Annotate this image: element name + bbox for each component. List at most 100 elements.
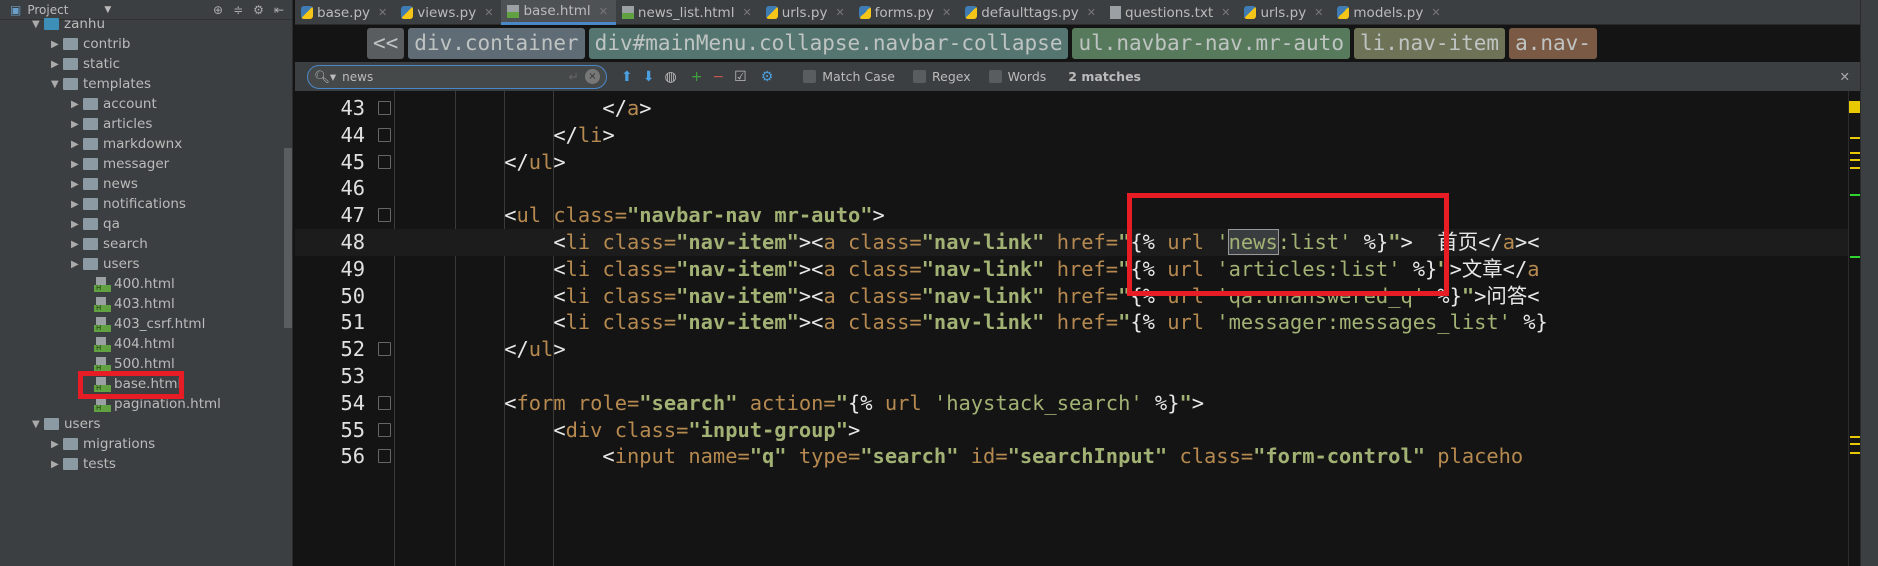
tree-item[interactable]: ▶ contrib [51,34,130,54]
search-query[interactable]: news [342,70,562,84]
tree-item[interactable]: ▶ articles [71,114,152,134]
fold-marker-icon[interactable] [378,342,391,357]
caret-right-icon[interactable]: ▶ [71,159,83,170]
caret-right-icon[interactable]: ▶ [71,239,83,250]
code-line[interactable]: 49 <li class="nav-item"><a class="nav-li… [295,256,1848,283]
tree-item[interactable]: ▶ markdownx [71,134,182,154]
tree-item[interactable]: 404.html [94,334,175,354]
close-tab-icon[interactable]: ✕ [599,5,608,18]
line-number[interactable]: 56 [295,443,365,470]
tree-item[interactable]: ▶ news [71,174,138,194]
tree-item[interactable]: ▶ tests [51,454,116,474]
tree-item[interactable]: ▶ static [51,54,120,74]
tab-views-py[interactable]: views.py ✕ [395,0,501,25]
words-checkbox[interactable]: Words [988,69,1046,84]
code-line[interactable]: 54 <form role="search" action="{% url 'h… [295,390,1848,417]
breadcrumb-item[interactable]: li.nav-item [1353,28,1506,59]
line-number[interactable]: 51 [295,309,365,336]
match-marker[interactable] [1850,167,1860,169]
gear-icon[interactable]: ⚙ [253,3,264,17]
breadcrumb-item[interactable]: div#mainMenu.collapse.navbar-collapse [588,28,1069,59]
match-marker[interactable] [1850,436,1860,438]
tree-item[interactable]: ▶ account [71,94,157,114]
caret-right-icon[interactable]: ▶ [51,439,63,450]
close-tab-icon[interactable]: ✕ [942,6,951,19]
sidebar-scrollbar[interactable] [284,148,292,328]
clear-search-icon[interactable]: × [585,69,600,84]
tab-defaulttags-py[interactable]: defaulttags.py ✕ [959,0,1104,25]
line-number[interactable]: 48 [295,229,365,256]
fold-marker-icon[interactable] [378,208,391,223]
code-line[interactable]: 53 [295,363,1848,390]
tree-item[interactable]: ▶ users [71,254,139,274]
hide-icon[interactable]: ⇤ [274,3,284,17]
close-tab-icon[interactable]: ✕ [484,6,493,19]
close-tab-icon[interactable]: ✕ [1087,6,1096,19]
code-line[interactable]: 55 <div class="input-group"> [295,417,1848,444]
tab-news_list-html[interactable]: news_list.html ✕ [616,0,760,25]
caret-right-icon[interactable]: ▶ [71,199,83,210]
tree-item[interactable]: ▼ templates [51,74,151,94]
match-marker[interactable] [1850,152,1860,154]
collapse-all-icon[interactable]: ≑ [233,3,243,17]
caret-right-icon[interactable]: ▶ [71,119,83,130]
tree-item[interactable]: ▶ search [71,234,148,254]
fold-marker-icon[interactable] [378,449,391,464]
caret-right-icon[interactable]: ▶ [71,259,83,270]
remove-occurrence-icon[interactable]: − [712,69,724,85]
tab-urls-py[interactable]: urls.py ✕ [760,0,853,25]
match-marker[interactable] [1850,443,1860,445]
caret-down-icon[interactable]: ▼ [32,419,44,430]
fold-marker-icon[interactable] [378,127,391,142]
right-tool-strip[interactable] [1860,0,1878,566]
fold-marker-icon[interactable] [378,422,391,437]
line-number[interactable]: 50 [295,283,365,310]
code-line[interactable]: 46 [295,175,1848,202]
tree-item[interactable]: ▶ notifications [71,194,186,214]
code-line[interactable]: 47 <ul class="navbar-nav mr-auto"> [295,202,1848,229]
match-marker[interactable] [1850,452,1860,454]
caret-right-icon[interactable]: ▶ [71,99,83,110]
caret-down-icon[interactable]: ▼ [51,79,63,90]
line-number[interactable]: 44 [295,122,365,149]
caret-right-icon[interactable]: ▶ [51,459,63,470]
tab-models-py[interactable]: models.py ✕ [1331,0,1448,25]
search-icon[interactable]: 🔍︎▾ [314,69,336,85]
line-number[interactable]: 46 [295,175,365,202]
caret-right-icon[interactable]: ▶ [71,219,83,230]
tree-item[interactable]: ▼ zanhu [32,14,105,34]
change-marker[interactable] [1850,256,1860,258]
line-number[interactable]: 54 [295,390,365,417]
close-tab-icon[interactable]: ✕ [1431,6,1440,19]
caret-down-icon[interactable]: ▼ [32,19,44,30]
next-occurrence-icon[interactable]: ⬇ [643,69,655,85]
code-line[interactable]: 45 </ul> [295,149,1848,176]
select-occurrences-icon[interactable]: ☑ [734,69,747,85]
fold-marker-icon[interactable] [378,154,391,169]
caret-right-icon[interactable]: ▶ [71,179,83,190]
change-marker[interactable] [1850,194,1860,196]
line-number[interactable]: 45 [295,149,365,176]
code-line[interactable]: 50 <li class="nav-item"><a class="nav-li… [295,283,1848,310]
tab-questions-txt[interactable]: questions.txt ✕ [1104,0,1238,25]
search-input[interactable]: 🔍︎▾ news ↵ × [307,64,607,89]
fold-marker-icon[interactable] [378,395,391,410]
previous-occurrence-icon[interactable]: ⬆ [621,69,633,85]
tab-base-py[interactable]: base.py ✕ [295,0,395,25]
breadcrumb-item[interactable]: ul.navbar-nav.mr-auto [1072,28,1350,59]
line-number[interactable]: 52 [295,336,365,363]
tree-item[interactable]: ▶ migrations [51,434,155,454]
code-line[interactable]: 51 <li class="nav-item"><a class="nav-li… [295,309,1848,336]
code-line[interactable]: 43 </a> [295,95,1848,122]
fold-marker-icon[interactable] [378,101,391,115]
breadcrumb-item[interactable]: a.nav- [1509,28,1597,59]
code-line[interactable]: 52 </ul> [295,336,1848,363]
find-settings-gear-icon[interactable]: ⚙ [761,69,774,85]
add-occurrence-icon[interactable]: + [691,69,703,85]
tab-forms-py[interactable]: forms.py ✕ [853,0,960,25]
close-tab-icon[interactable]: ✕ [1314,6,1323,19]
line-number[interactable]: 49 [295,256,365,283]
line-number[interactable]: 47 [295,202,365,229]
tab-urls-py[interactable]: urls.py ✕ [1238,0,1331,25]
tab-base-html[interactable]: base.html ✕ [501,0,616,25]
